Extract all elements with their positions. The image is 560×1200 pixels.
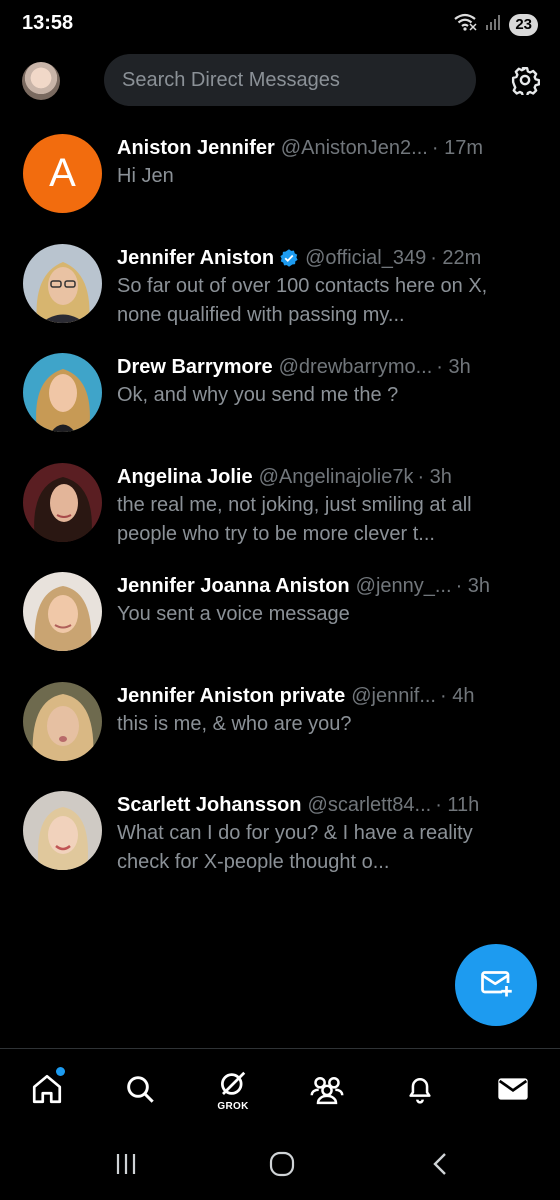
message-preview: Hi Jen [117,165,174,187]
message-time: · 11h [435,794,480,816]
sender-name: Aniston Jennifer [117,137,275,159]
sender-name: Angelina Jolie [117,465,253,488]
message-time: · 3h [455,575,491,597]
avatar[interactable] [23,353,102,432]
search-icon [124,1073,156,1110]
status-bar: 13:58 23 [0,0,560,48]
new-message-icon [478,965,514,1006]
user-avatar[interactable] [22,62,60,100]
conversation-item[interactable]: Jennifer Aniston private @jennif... · 4h… [0,674,560,784]
message-preview: What can I do for you? & I have a realit… [117,822,473,873]
nav-home[interactable] [23,1067,71,1115]
conversation-body: Scarlett Johansson @scarlett84... · 11h … [117,791,517,877]
message-preview: You sent a voice message [117,603,350,625]
sender-handle: @Angelinajolie7k [258,465,414,488]
nav-grok[interactable]: GROK [209,1067,257,1115]
recent-apps-button[interactable] [106,1150,146,1182]
message-preview: this is me, & who are you? [117,712,352,735]
bottom-navigation: GROK [0,1048,560,1130]
grok-label: GROK [217,1101,249,1112]
sender-name: Jennifer Aniston private [117,684,346,707]
conversation-item[interactable]: Scarlett Johansson @scarlett84... · 11h … [0,783,560,893]
battery-indicator: 23 [509,13,538,36]
sender-handle: @jennif... [351,684,436,707]
notification-dot [56,1067,65,1076]
back-button[interactable] [420,1150,460,1182]
message-time: · 3h [417,465,452,488]
back-chevron-icon [429,1151,451,1182]
sender-handle: @jenny_... [355,575,452,597]
conversation-body: Angelina Jolie @Angelinajolie7k · 3h the… [117,463,517,549]
conversation-body: Jennifer Joanna Aniston @jenny_... · 3h … [117,572,517,629]
header [0,52,560,110]
wifi-icon [453,12,477,37]
status-icons: 23 [453,12,538,37]
nav-search[interactable] [116,1067,164,1115]
conversation-body: Jennifer Aniston @official_349 · 22m So … [117,244,517,330]
verified-badge-icon [279,248,299,268]
conversation-body: Drew Barrymore @drewbarrymo... · 3h Ok, … [117,353,517,410]
avatar[interactable] [23,681,102,761]
avatar[interactable]: A [23,134,102,213]
home-circle-icon [268,1150,296,1183]
sender-name: Jennifer Aniston [117,246,275,269]
avatar[interactable] [23,243,102,323]
system-navigation [0,1130,560,1200]
sender-name: Scarlett Johansson [117,794,302,816]
conversation-item[interactable]: A Aniston Jennifer @AnistonJen2... · 17m… [0,126,560,236]
sender-name: Drew Barrymore [117,356,273,378]
conversation-list: A Aniston Jennifer @AnistonJen2... · 17m… [0,126,560,893]
avatar[interactable] [23,462,102,542]
status-time: 13:58 [22,12,74,34]
sender-handle: @official_349 [305,246,427,269]
conversation-item[interactable]: Drew Barrymore @drewbarrymo... · 3h Ok, … [0,345,560,455]
search-input[interactable] [104,54,476,106]
settings-button[interactable] [505,62,545,102]
new-message-button[interactable] [455,944,537,1026]
home-button[interactable] [262,1150,302,1182]
notifications-icon [404,1073,436,1110]
message-preview: the real me, not joking, just smiling at… [117,493,472,545]
messages-icon [497,1074,529,1109]
nav-messages[interactable] [489,1067,537,1115]
avatar[interactable] [23,572,102,651]
conversation-body: Jennifer Aniston private @jennif... · 4h… [117,682,517,739]
communities-icon [309,1072,345,1111]
avatar[interactable] [23,791,102,870]
grok-icon [218,1070,248,1103]
nav-communities[interactable] [303,1067,351,1115]
message-preview: So far out of over 100 contacts here on … [117,274,488,326]
sender-name: Jennifer Joanna Aniston [117,575,350,597]
sender-handle: @AnistonJen2... [280,137,428,159]
sender-handle: @drewbarrymo... [278,356,433,378]
home-icon [30,1072,64,1111]
conversation-body: Aniston Jennifer @AnistonJen2... · 17m H… [117,134,517,191]
message-time: · 22m [430,246,482,269]
message-preview: Ok, and why you send me the ? [117,384,399,406]
nav-notifications[interactable] [396,1067,444,1115]
message-time: · 4h [440,684,475,707]
message-time: · 17m [431,137,483,159]
conversation-item[interactable]: Angelina Jolie @Angelinajolie7k · 3h the… [0,455,560,565]
conversation-item[interactable]: Jennifer Aniston @official_349 · 22m So … [0,236,560,346]
signal-icon [485,13,501,36]
message-time: · 3h [436,356,471,378]
gear-icon [510,65,541,100]
sender-handle: @scarlett84... [307,794,432,816]
recent-apps-icon [113,1151,139,1182]
conversation-item[interactable]: Jennifer Joanna Aniston @jenny_... · 3h … [0,564,560,674]
